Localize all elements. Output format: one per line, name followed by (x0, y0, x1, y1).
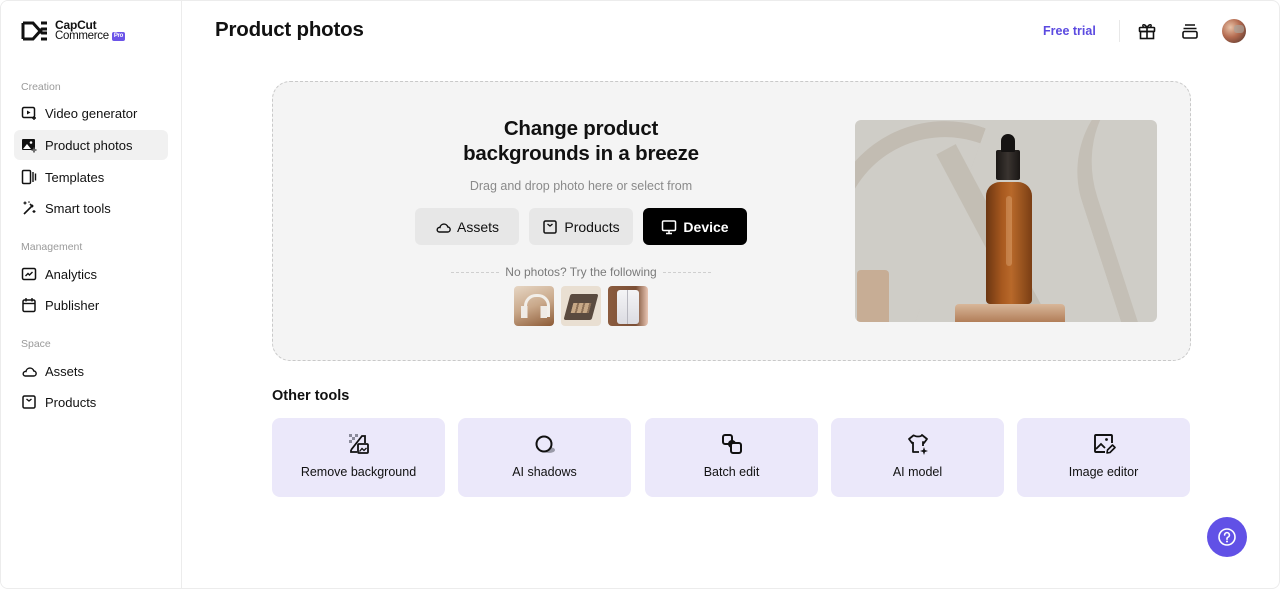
tool-remove-background[interactable]: Remove background (272, 418, 445, 497)
section-label-space: Space (21, 338, 51, 350)
tool-label: AI model (892, 465, 943, 479)
tool-ai-model[interactable]: AI model (831, 418, 1004, 497)
other-tools-title: Other tools (272, 388, 350, 404)
sidebar-item-label: Publisher (45, 297, 100, 313)
upload-title-line2: backgrounds in a breeze (463, 142, 699, 165)
cloud-icon (21, 363, 37, 379)
remove-background-icon (347, 432, 371, 456)
analytics-icon (21, 266, 37, 282)
tool-label: Remove background (300, 465, 417, 479)
samples-divider: No photos? Try the following (451, 265, 712, 279)
tool-label: AI shadows (512, 465, 577, 479)
app-window: CapCut Commerce Pro Creation Video genera… (0, 0, 1280, 589)
sample-white-shirt[interactable] (608, 286, 648, 326)
product-box-icon (21, 394, 37, 410)
calendar-icon (21, 297, 37, 313)
magic-wand-icon (21, 200, 37, 216)
product-box-icon (543, 219, 558, 234)
pro-badge: Pro (111, 32, 125, 41)
page-title: Product photos (215, 18, 364, 41)
help-icon (1218, 528, 1236, 546)
tool-label: Batch edit (703, 465, 760, 479)
cloud-icon (436, 222, 451, 233)
sidebar: CapCut Commerce Pro Creation Video genera… (1, 1, 182, 588)
sidebar-item-label: Video generator (45, 105, 138, 121)
assets-button[interactable]: Assets (415, 208, 519, 245)
section-label-creation: Creation (21, 81, 61, 93)
sidebar-item-product-photos[interactable]: Product photos (14, 130, 168, 160)
help-button[interactable] (1207, 517, 1247, 557)
sidebar-item-label: Assets (45, 363, 85, 379)
batch-edit-icon (720, 432, 744, 456)
sample-eyeshadow-palette[interactable] (561, 286, 601, 326)
sidebar-item-label: Product photos (45, 137, 133, 153)
upload-subtitle: Drag and drop photo here or select from (469, 179, 693, 193)
header-divider (1119, 20, 1120, 42)
tool-image-editor[interactable]: Image editor (1017, 418, 1190, 497)
templates-icon (21, 169, 37, 185)
sidebar-item-label: Smart tools (45, 200, 111, 216)
tool-ai-shadows[interactable]: AI shadows (458, 418, 631, 497)
products-button[interactable]: Products (529, 208, 633, 245)
sidebar-item-publisher[interactable]: Publisher (14, 290, 168, 320)
sample-photos (514, 286, 648, 326)
sidebar-item-products[interactable]: Products (14, 387, 168, 417)
sidebar-item-label: Analytics (45, 266, 98, 282)
ai-model-icon (906, 432, 930, 456)
avatar[interactable] (1222, 19, 1246, 43)
sidebar-item-smart-tools[interactable]: Smart tools (14, 193, 168, 223)
section-label-management: Management (21, 241, 83, 253)
upload-title: Change product backgrounds in a breeze (273, 116, 889, 166)
hero-product-image (855, 120, 1157, 322)
ai-shadows-icon (533, 432, 557, 456)
monitor-icon (662, 219, 677, 234)
samples-label: No photos? Try the following (505, 265, 657, 279)
sidebar-item-templates[interactable]: Templates (14, 162, 168, 192)
logo-subtitle: Commerce (55, 30, 109, 42)
device-button[interactable]: Device (643, 208, 747, 245)
sidebar-item-assets[interactable]: Assets (14, 356, 168, 386)
dashed-line-left (451, 271, 500, 273)
sample-headphones[interactable] (514, 286, 554, 326)
sidebar-item-analytics[interactable]: Analytics (14, 259, 168, 289)
device-button-label: Device (683, 218, 729, 235)
free-trial-link[interactable]: Free trial (1043, 24, 1096, 38)
capcut-logo-icon (21, 21, 47, 41)
tool-batch-edit[interactable]: Batch edit (645, 418, 818, 497)
image-editor-icon (1092, 432, 1116, 456)
video-generator-icon (21, 105, 37, 121)
product-photos-icon (21, 137, 37, 153)
sidebar-item-label: Templates (45, 169, 105, 185)
sidebar-item-label: Products (45, 394, 97, 410)
upload-dropzone[interactable]: Change product backgrounds in a breeze D… (272, 81, 1191, 361)
upload-title-line1: Change product (503, 117, 659, 140)
layers-icon[interactable] (1180, 21, 1200, 41)
assets-button-label: Assets (456, 218, 499, 235)
dashed-line-right (662, 271, 712, 273)
capcut-commerce-logo[interactable]: CapCut Commerce Pro (21, 19, 125, 42)
gift-icon[interactable] (1137, 21, 1157, 41)
tool-label: Image editor (1068, 465, 1139, 479)
products-button-label: Products (564, 218, 620, 235)
sidebar-item-video-generator[interactable]: Video generator (14, 98, 168, 128)
